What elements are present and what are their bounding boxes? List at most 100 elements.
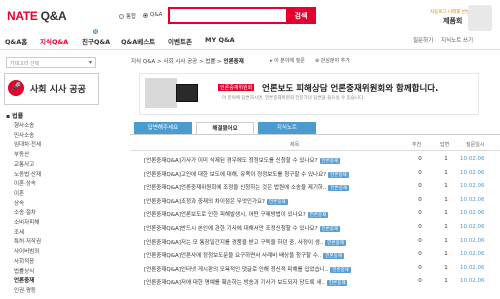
sidebar-item[interactable]: 사회적응 (14, 257, 34, 265)
category-select[interactable]: 카테고리 선택 (6, 57, 96, 68)
table-row[interactable]: [언론중재Q&A]언론사에 정정보도문을 요구하면서 사례비 배상을 청구할 수… (136, 251, 500, 262)
table-row[interactable]: [언론중재Q&A]조정과 중재의 차이점은 무엇인가요? 언론중재 0 1 10.02.… (136, 197, 500, 208)
answer-count: 1 (444, 196, 448, 203)
th-answers: 답변 (440, 142, 450, 148)
question-title[interactable]: [언론중재Q&A]언론중재위원회에 조정을 신청하는 것은 법원에 소송을 제기… (144, 183, 350, 192)
sidebar-item[interactable]: 부동산 (14, 150, 29, 158)
category-tag[interactable]: 언론중재 (328, 185, 350, 192)
question-title[interactable]: [언론중재Q&A]기사가 이미 삭제된 경우에도 정정보도를 신청할 수 있나요… (144, 156, 341, 164)
question-title-text: [언론중재Q&A]언론사에 정정보도문을 요구하면서 사례비 배상을 청구할 수… (144, 253, 322, 260)
breadcrumb-path[interactable]: 지식 Q&A > 사회 시사 공공 > 법률 > (131, 59, 222, 65)
microphone-icon: 🎤 (8, 80, 24, 96)
question-title[interactable]: [언론중재Q&A]저는 모 통장일간지를 경품을 받고 구독을 하던 중, 사정… (144, 238, 346, 246)
nav-event-zone[interactable]: 이벤트존 (168, 36, 192, 46)
radio-all[interactable]: 통합 (119, 12, 136, 20)
question-date: 10.02.06 (460, 210, 485, 217)
sidebar-item[interactable]: 소송·절차 (14, 208, 36, 216)
recommend-count: 0 (418, 264, 422, 271)
sidebar-item[interactable]: 사이버범죄 (14, 247, 39, 255)
answer-count: 1 (444, 278, 448, 285)
sidebar-item[interactable]: 인권·평등 (14, 286, 36, 294)
question-title[interactable]: [언론중재Q&A]반드시 본인에 관한 기사에 대해서만 조정신청할 수 있나요… (144, 224, 341, 232)
table-row[interactable]: [언론중재Q&A]저에 대한 명예를 훼손하는 방송과 기사가 보도되자 당도록… (136, 278, 500, 289)
question-title[interactable]: [언론중재Q&A]인터넷 게시판의 모욕적인 댓글로 인해 정신적 피해를 입었… (144, 265, 351, 273)
question-title[interactable]: [언론중재Q&A]저에 대한 명예를 훼손하는 방송과 기사가 보도되자 당도록… (144, 278, 348, 287)
question-title[interactable]: [언론중재Q&A]고인에 대한 보도에 대해, 유족이 정정보도를 청구할 수 … (144, 170, 349, 178)
radio-qa-label: Q&A (150, 12, 163, 18)
nav-ask-question[interactable]: 질문하기 (413, 36, 433, 44)
category-tag[interactable]: 언론중재 (319, 226, 341, 232)
radio-all-icon (119, 13, 124, 19)
sidebar-item[interactable]: 형사소송 (14, 121, 34, 129)
banner-subtitle: 이 분야에 답변하시면, 언론중재위원회 전문가의 답변을 들으실 수 있습니다… (222, 96, 365, 101)
tab-divider (130, 134, 500, 135)
search-input[interactable] (168, 7, 288, 24)
question-title-text: [언론중재Q&A]인터넷 게시판의 모욕적인 댓글로 인해 정신적 피해를 입었… (144, 266, 329, 273)
nav-qa-best[interactable]: Q&A베스트 (121, 36, 155, 46)
table-row[interactable]: [언론중재Q&A]저는 모 통장일간지를 경품을 받고 구독을 하던 중, 사정… (136, 238, 500, 249)
table-row[interactable]: [언론중재Q&A]고인에 대한 보도에 대해, 유족이 정정보도를 청구할 수 … (136, 170, 500, 181)
sidebar-item[interactable]: 교통사고 (14, 160, 34, 168)
question-date: 10.02.06 (460, 224, 485, 230)
answer-count: 1 (444, 237, 448, 244)
nav-knowledge-qa[interactable]: 지식Q&A (40, 36, 68, 46)
add-interest-link[interactable]: ⊕ 관심분야 추가 (315, 57, 350, 64)
sidebar-item[interactable]: 소비자피해 (14, 218, 39, 226)
question-title[interactable]: [언론중재Q&A]언론보도로 인한 피해발생시, 어떤 구제방법이 있나요? 언론… (144, 210, 329, 219)
question-title-text: [언론중재Q&A]반드시 본인에 관한 기사에 대해서만 조정신청할 수 있나요… (144, 226, 318, 232)
question-date: 10.02.06 (460, 264, 485, 271)
nav-friend-qa[interactable]: 친구Q&A (82, 36, 110, 46)
category-tag[interactable]: 언론중재 (325, 239, 346, 246)
avatar[interactable] (468, 5, 492, 31)
sidebar-section-law[interactable]: ▪ 법률 (6, 111, 23, 120)
table-row[interactable]: [언론중재Q&A]기사가 이미 삭제된 경우에도 정정보도를 신청할 수 있나요… (136, 156, 500, 167)
sidebar-item[interactable]: 노동법·산재 (14, 170, 41, 178)
nav-qa-home[interactable]: Q&A홈 (5, 36, 27, 46)
add-interest-label: 관심분야 추가 (320, 58, 350, 64)
category-tag[interactable]: 언론중재 (319, 158, 341, 164)
category-tag[interactable]: 언론중재 (326, 280, 348, 287)
radio-qa[interactable]: Q&A (143, 12, 162, 18)
table-row[interactable]: [언론중재Q&A]언론보도로 인한 피해발생시, 어떤 구제방법이 있나요? 언론… (136, 210, 500, 221)
nate-qa-logo[interactable]: NATE Q&A (7, 9, 67, 23)
sidebar-item[interactable]: 조세 (14, 228, 24, 236)
answer-count: 1 (444, 183, 448, 190)
sidebar-item[interactable]: 이혼·상속 (14, 179, 36, 187)
sidebar-item[interactable]: 언론중재 (14, 276, 34, 284)
category-tag[interactable]: 언론중재 (328, 171, 349, 178)
question-title[interactable]: [언론중재Q&A]조정과 중재의 차이점은 무엇인가요? 언론중재 (144, 197, 288, 205)
question-title-text: [언론중재Q&A]저는 모 통장일간지를 경품을 받고 구독을 하던 중, 사정… (144, 239, 324, 246)
question-title-text: [언론중재Q&A]저에 대한 명예를 훼손하는 방송과 기사가 보도되자 당도록… (144, 280, 325, 287)
logo-qa: Q&A (40, 9, 67, 23)
question-date: 10.02.06 (460, 169, 485, 176)
breadcrumb-tools: ▸ 이 분야에 질문 ⊕ 관심분야 추가 (270, 57, 350, 64)
recommend-count: 0 (418, 278, 422, 285)
th-recommend: 추천 (412, 142, 422, 148)
monitor-image (176, 84, 198, 102)
category-tag[interactable]: 언론중재 (330, 266, 351, 273)
th-date: 질문일시 (466, 142, 485, 148)
table-row[interactable]: [언론중재Q&A]반드시 본인에 관한 기사에 대해서만 조정신청할 수 있나요… (136, 224, 500, 235)
question-title-text: [언론중재Q&A]언론보도로 인한 피해발생시, 어떤 구제방법이 있나요? (144, 212, 306, 219)
sidebar-item[interactable]: 임대차·전세 (14, 140, 41, 148)
category-tag[interactable]: 언론중재 (323, 253, 344, 260)
table-row[interactable]: [언론중재Q&A]인터넷 게시판의 모욕적인 댓글로 인해 정신적 피해를 입었… (136, 265, 500, 276)
ask-in-category-link[interactable]: ▸ 이 분야에 질문 (270, 57, 305, 64)
answer-count: 1 (444, 264, 448, 271)
question-title[interactable]: [언론중재Q&A]언론사에 정정보도문을 요구하면서 사례비 배상을 청구할 수… (144, 251, 344, 260)
sidebar-item[interactable]: 특허·저작권 (14, 237, 41, 245)
sidebar-item[interactable]: 이혼 (14, 189, 24, 197)
nav-my-qa[interactable]: MY Q&A (205, 36, 235, 44)
table-row[interactable]: [언론중재Q&A]언론중재위원회에 조정을 신청하는 것은 법원에 소송을 제기… (136, 183, 500, 194)
question-date: 10.02.06 (460, 196, 485, 203)
nav-write-note[interactable]: 지식노트 쓰기 (441, 36, 473, 44)
category-tag[interactable]: 언론중재 (266, 198, 288, 205)
sidebar-item[interactable]: 민사소송 (14, 131, 34, 139)
username[interactable]: 제품회 (443, 16, 462, 26)
category-tag[interactable]: 언론중재 (307, 212, 329, 219)
search-button[interactable]: 검색 (286, 7, 316, 24)
sidebar-item[interactable]: 상속 (14, 199, 24, 207)
question-date: 10.02.06 (460, 251, 485, 258)
new-badge: N (93, 29, 98, 34)
sidebar-item[interactable]: 법률상식 (14, 267, 34, 275)
